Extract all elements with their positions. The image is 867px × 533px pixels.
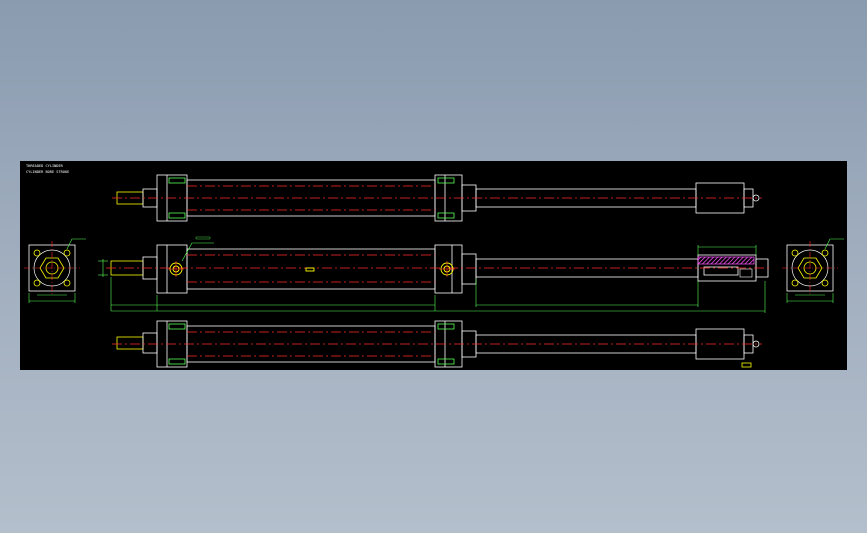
cad-drawing-sheet: THREADED CYLINDER CYLINDER BORE STROKE [20,161,847,370]
title-line-2: CYLINDER BORE STROKE [26,170,69,174]
section-hatch [697,256,755,265]
cad-drawing: THREADED CYLINDER CYLINDER BORE STROKE [24,164,844,368]
title-line-1: THREADED CYLINDER [26,164,64,168]
ports [169,262,454,276]
rear-boss-front [461,253,477,285]
dimensions [98,236,766,313]
rod-shoulder-bottom [142,332,158,354]
right-end-view [782,238,844,303]
barrel-mark [305,267,315,272]
top-centerlines [112,185,762,211]
port-note [195,236,211,240]
rod-thread-bottom [116,336,144,350]
bottom-centerlines [112,331,762,357]
left-end-view [24,238,86,303]
port-crosshairs [168,261,455,277]
